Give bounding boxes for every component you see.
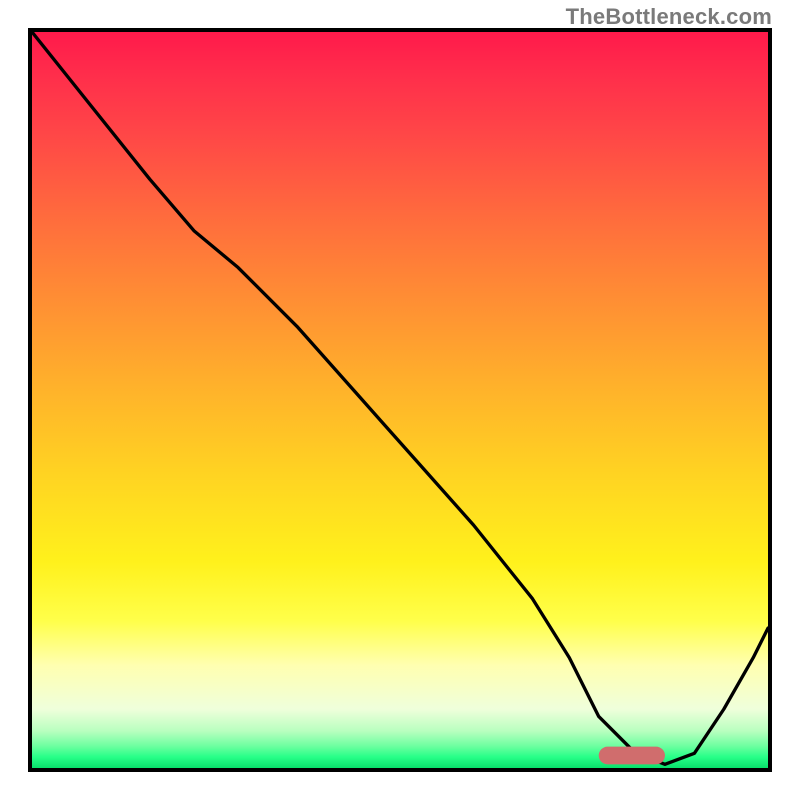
chart-curve	[32, 32, 768, 764]
watermark-text: TheBottleneck.com	[566, 4, 772, 30]
chart-frame	[28, 28, 772, 772]
chart-plot	[32, 32, 768, 768]
optimal-marker	[599, 747, 665, 765]
chart-container: TheBottleneck.com	[0, 0, 800, 800]
